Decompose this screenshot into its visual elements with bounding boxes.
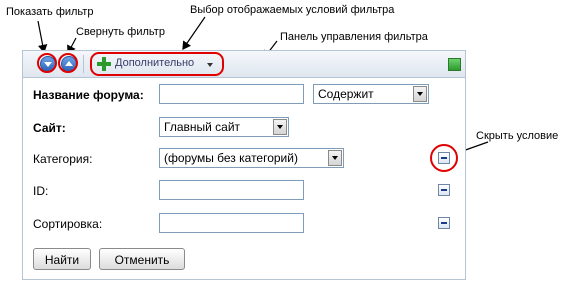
highlight-show-filter <box>37 53 57 73</box>
arrow-show-filter <box>37 20 48 54</box>
site-selected-value: Главный сайт <box>164 120 241 134</box>
callout-show-filter: Показать фильтр <box>6 6 94 18</box>
callout-collapse-filter: Свернуть фильтр <box>76 26 165 38</box>
callout-choose-conditions: Выбор отображаемых условий фильтра <box>190 4 395 16</box>
forum-name-input[interactable] <box>159 84 304 104</box>
arrow-choose-conditions <box>182 16 206 50</box>
sort-label: Сортировка: <box>33 217 103 231</box>
callout-control-panel: Панель управления фильтра <box>280 31 428 43</box>
hide-condition-button[interactable] <box>438 184 450 196</box>
id-label: ID: <box>33 184 49 198</box>
category-label: Категория: <box>33 152 93 166</box>
highlight-add-conditions <box>90 52 224 76</box>
forum-name-label: Название форума: <box>33 88 144 102</box>
callout-hide-condition: Скрыть условие <box>476 130 559 142</box>
hide-condition-button[interactable] <box>438 217 450 229</box>
panel-control-button[interactable] <box>448 58 461 71</box>
cancel-button[interactable]: Отменить <box>99 248 185 270</box>
find-button[interactable]: Найти <box>33 248 91 270</box>
select-arrow-icon <box>328 150 342 166</box>
sort-input[interactable] <box>159 213 304 233</box>
site-label: Сайт: <box>33 121 66 135</box>
id-input[interactable] <box>159 180 304 200</box>
forum-name-operator-select[interactable]: Содержит <box>313 84 429 104</box>
toolbar-divider <box>83 55 84 73</box>
operator-selected-value: Содержит <box>318 87 374 101</box>
site-select[interactable]: Главный сайт <box>159 117 289 137</box>
select-arrow-icon <box>413 86 427 102</box>
highlight-collapse-filter <box>58 53 78 73</box>
category-selected-value: (форумы без категорий) <box>164 151 298 165</box>
filter-panel: Дополнительно Название форума: Содержит … <box>22 50 466 280</box>
select-arrow-icon <box>273 119 287 135</box>
highlight-hide-condition <box>430 144 458 172</box>
category-select[interactable]: (форумы без категорий) <box>159 148 344 168</box>
